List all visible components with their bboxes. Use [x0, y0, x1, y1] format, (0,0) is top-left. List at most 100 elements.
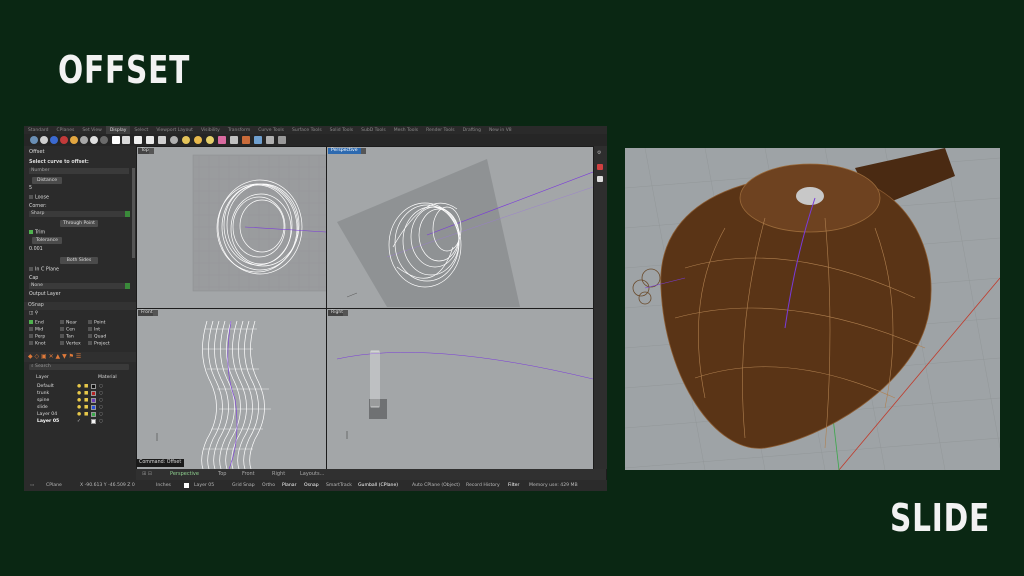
osnap-item[interactable]: Point — [88, 320, 105, 326]
tab-solid-tools[interactable]: Solid Tools — [326, 126, 357, 134]
texture-icon[interactable] — [242, 136, 250, 144]
number-input[interactable]: Number — [29, 168, 129, 174]
tab-visibility[interactable]: Visibility — [197, 126, 224, 134]
globe-icon[interactable] — [30, 136, 38, 144]
layer-color-swatch[interactable] — [91, 419, 96, 424]
viewport-tab-front[interactable]: Front — [242, 471, 255, 477]
grid-icon[interactable]: ⊞ ⊟ — [142, 471, 152, 477]
technical-icon[interactable] — [100, 136, 108, 144]
bulb-icon[interactable]: ● — [77, 404, 81, 411]
monochrome-icon[interactable] — [134, 136, 142, 144]
osnap-point-checkbox[interactable] — [88, 320, 92, 324]
status-gumball[interactable]: Gumball (CPlane) — [358, 483, 398, 488]
tab-curve-tools[interactable]: Curve Tools — [254, 126, 288, 134]
status-layer[interactable]: Layer 05 — [194, 483, 214, 488]
osnap-vertex-checkbox[interactable] — [60, 341, 64, 345]
osnap-item[interactable]: Perp — [29, 334, 45, 340]
lock-icon[interactable]: ■ — [84, 390, 88, 397]
osnap-knot-checkbox[interactable] — [29, 341, 33, 345]
properties-icon[interactable] — [597, 176, 603, 182]
viewport-top[interactable]: Top — [137, 147, 326, 308]
status-planar[interactable]: Planar — [282, 483, 296, 488]
layer-color-swatch[interactable] — [91, 398, 96, 403]
osnap-item[interactable]: Int — [88, 327, 100, 333]
tab-render-tools[interactable]: Render Tools — [422, 126, 459, 134]
status-ortho[interactable]: Ortho — [262, 483, 275, 488]
layer-color-swatch[interactable] — [91, 412, 96, 417]
osnap-near-checkbox[interactable] — [60, 320, 64, 324]
status-osnap[interactable]: Osnap — [304, 483, 319, 488]
xray-icon[interactable] — [90, 136, 98, 144]
layer-search-input[interactable]: ⌕ Search — [29, 364, 129, 370]
artistic-icon[interactable] — [112, 136, 120, 144]
cap-select[interactable]: None — [29, 283, 130, 289]
material-icon[interactable] — [70, 136, 78, 144]
layer-color-swatch[interactable] — [91, 405, 96, 410]
tab-subd-tools[interactable]: SubD Tools — [357, 126, 390, 134]
render-icon[interactable] — [60, 136, 68, 144]
window-icon[interactable]: ▭ — [30, 483, 34, 488]
viewport-perspective-label[interactable]: Perspective — [328, 148, 361, 154]
tolerance-value[interactable]: 0.001 — [29, 247, 43, 252]
osnap-item[interactable]: Mid — [29, 327, 43, 333]
layer-color-swatch[interactable] — [91, 391, 96, 396]
both-sides-button[interactable]: Both Sides — [60, 257, 98, 264]
viewport-tab-right[interactable]: Right — [272, 471, 285, 477]
layer-row[interactable]: Default ● ■ ○ — [29, 383, 129, 390]
osnap-item[interactable]: Quad — [88, 334, 106, 340]
distance-value[interactable]: 5 — [29, 186, 32, 191]
osnap-item[interactable]: Cen — [60, 327, 75, 333]
osnap-item[interactable]: Knot — [29, 341, 46, 347]
tab-new-in-v8[interactable]: New in V8 — [485, 126, 516, 134]
viewport-perspective[interactable]: Perspective — [327, 147, 593, 308]
loose-checkbox[interactable] — [29, 195, 33, 199]
osnap-mid-checkbox[interactable] — [29, 327, 33, 331]
osnap-quad-checkbox[interactable] — [88, 334, 92, 338]
grid-icon[interactable] — [230, 136, 238, 144]
tab-surface-tools[interactable]: Surface Tools — [288, 126, 326, 134]
through-point-button[interactable]: Through Point — [60, 220, 98, 227]
status-filter[interactable]: Filter — [508, 483, 519, 488]
status-units[interactable]: Inches — [156, 483, 171, 488]
arctic-icon[interactable] — [146, 136, 154, 144]
capture-icon[interactable] — [266, 136, 274, 144]
bulb-icon[interactable]: ● — [77, 397, 81, 404]
osnap-project-checkbox[interactable] — [88, 341, 92, 345]
settings-icon[interactable] — [278, 136, 286, 144]
wireframe-icon[interactable] — [40, 136, 48, 144]
tolerance-button[interactable]: Tolerance — [32, 237, 62, 244]
osnap-int-checkbox[interactable] — [88, 327, 92, 331]
osnap-cen-checkbox[interactable] — [60, 327, 64, 331]
viewport-tab-top[interactable]: Top — [218, 471, 226, 477]
lock-icon[interactable]: ■ — [84, 383, 88, 390]
new-layer-icon[interactable]: ◆ ◇ ▣ ✕ ▲ ▼ ⚑ ☰ — [28, 353, 81, 361]
in-cplane-checkbox[interactable] — [29, 267, 33, 271]
tab-standard[interactable]: Standard — [24, 126, 52, 134]
status-record-history[interactable]: Record History — [466, 483, 500, 488]
status-auto-cplane[interactable]: Auto CPlane (Object) — [412, 483, 460, 488]
bulb-icon[interactable]: ● — [77, 390, 81, 397]
gear-icon[interactable]: ⚙ — [597, 150, 601, 156]
distance-button[interactable]: Distance — [32, 177, 62, 184]
osnap-end-checkbox[interactable] — [29, 320, 33, 324]
chevron-down-icon[interactable] — [149, 148, 154, 154]
viewport-tab-perspective[interactable]: Perspective — [170, 471, 199, 477]
light-icon[interactable] — [182, 136, 190, 144]
lock-icon[interactable]: ■ — [84, 404, 88, 411]
trim-option[interactable]: Trim — [29, 230, 45, 236]
tab-select[interactable]: Select — [130, 126, 152, 134]
lock-icon[interactable]: ■ — [84, 411, 88, 418]
osnap-item[interactable]: End — [29, 320, 44, 326]
tab-mesh-tools[interactable]: Mesh Tools — [390, 126, 422, 134]
tab-transform[interactable]: Transform — [224, 126, 254, 134]
osnap-item[interactable]: Near — [60, 320, 77, 326]
bulb-icon[interactable]: ● — [77, 411, 81, 418]
tab-set-view[interactable]: Set View — [78, 126, 106, 134]
pen-icon[interactable] — [122, 136, 130, 144]
sun-icon[interactable] — [194, 136, 202, 144]
bulb-icon[interactable]: ● — [77, 383, 81, 390]
osnap-item[interactable]: Project — [88, 341, 110, 347]
tab-drafting[interactable]: Drafting — [459, 126, 485, 134]
loose-option[interactable]: Loose — [29, 195, 49, 201]
viewport-right[interactable]: Right — [327, 309, 593, 469]
